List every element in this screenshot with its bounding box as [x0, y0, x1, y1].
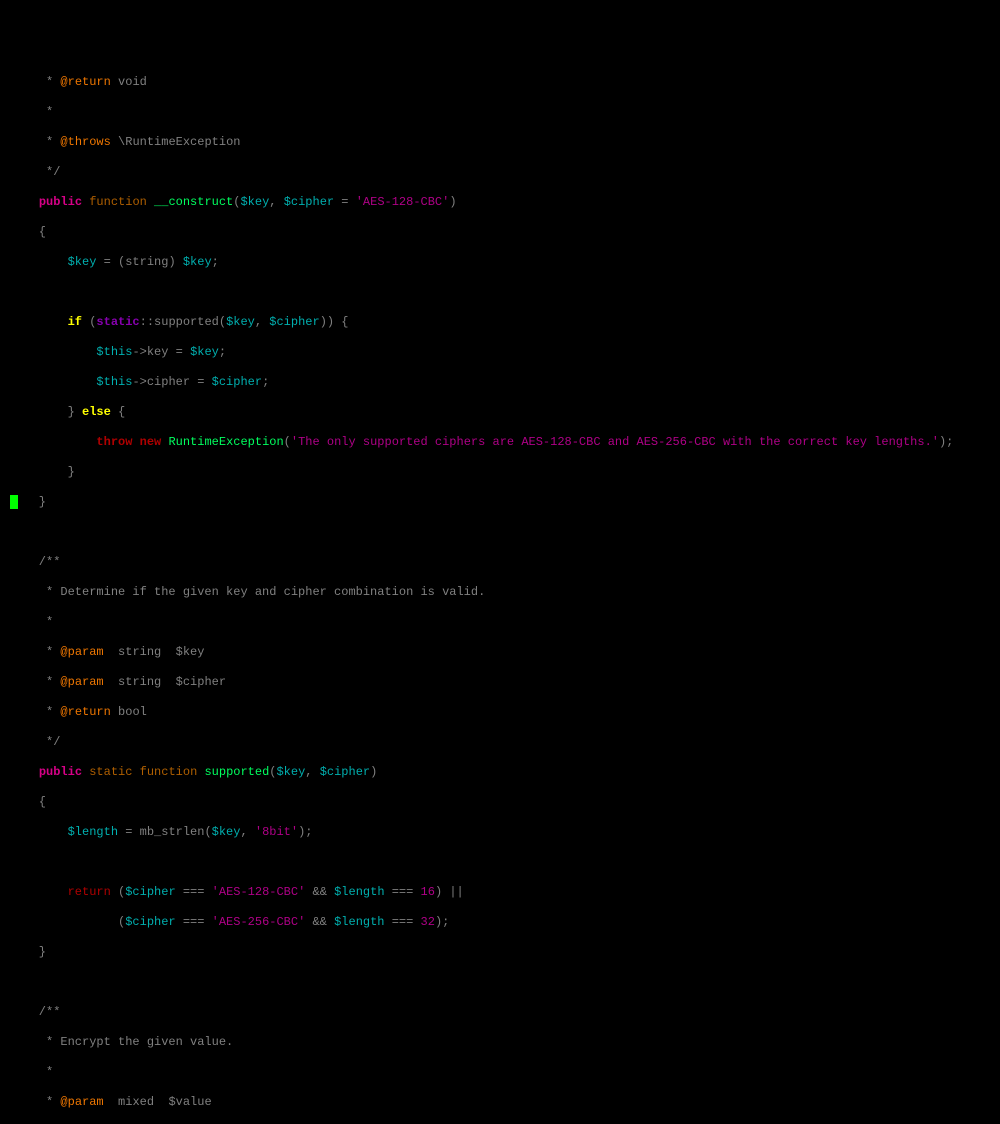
code-line: } else {	[0, 405, 1000, 420]
code-line	[0, 975, 1000, 990]
code-line	[0, 525, 1000, 540]
code-line	[0, 285, 1000, 300]
code-line: * @throws \RuntimeException	[0, 135, 1000, 150]
code-line: $this->key = $key;	[0, 345, 1000, 360]
code-line: *	[0, 1065, 1000, 1080]
code-line: $length = mb_strlen($key, '8bit');	[0, 825, 1000, 840]
code-line: {	[0, 225, 1000, 240]
code-line: * Encrypt the given value.	[0, 1035, 1000, 1050]
text-cursor	[10, 495, 18, 509]
code-line: * @return bool	[0, 705, 1000, 720]
code-line: return ($cipher === 'AES-128-CBC' && $le…	[0, 885, 1000, 900]
code-line: {	[0, 795, 1000, 810]
code-line: * @return void	[0, 75, 1000, 90]
code-editor[interactable]: * @return void * * @throws \RuntimeExcep…	[0, 60, 1000, 1124]
code-line: /**	[0, 1005, 1000, 1020]
code-line: *	[0, 105, 1000, 120]
code-line: * @param string $cipher	[0, 675, 1000, 690]
code-line: */	[0, 735, 1000, 750]
code-line: if (static::supported($key, $cipher)) {	[0, 315, 1000, 330]
code-line: *	[0, 615, 1000, 630]
code-line: * Determine if the given key and cipher …	[0, 585, 1000, 600]
code-line: /**	[0, 555, 1000, 570]
code-line: public function __construct($key, $ciphe…	[0, 195, 1000, 210]
code-line: * @param string $key	[0, 645, 1000, 660]
code-line: $key = (string) $key;	[0, 255, 1000, 270]
code-line: public static function supported($key, $…	[0, 765, 1000, 780]
code-line: ($cipher === 'AES-256-CBC' && $length ==…	[0, 915, 1000, 930]
code-line: }	[0, 465, 1000, 480]
code-line: */	[0, 165, 1000, 180]
code-line: }	[0, 495, 1000, 510]
code-line: * @param mixed $value	[0, 1095, 1000, 1110]
code-line: throw new RuntimeException('The only sup…	[0, 435, 1000, 450]
code-line	[0, 855, 1000, 870]
code-line: $this->cipher = $cipher;	[0, 375, 1000, 390]
code-line: }	[0, 945, 1000, 960]
